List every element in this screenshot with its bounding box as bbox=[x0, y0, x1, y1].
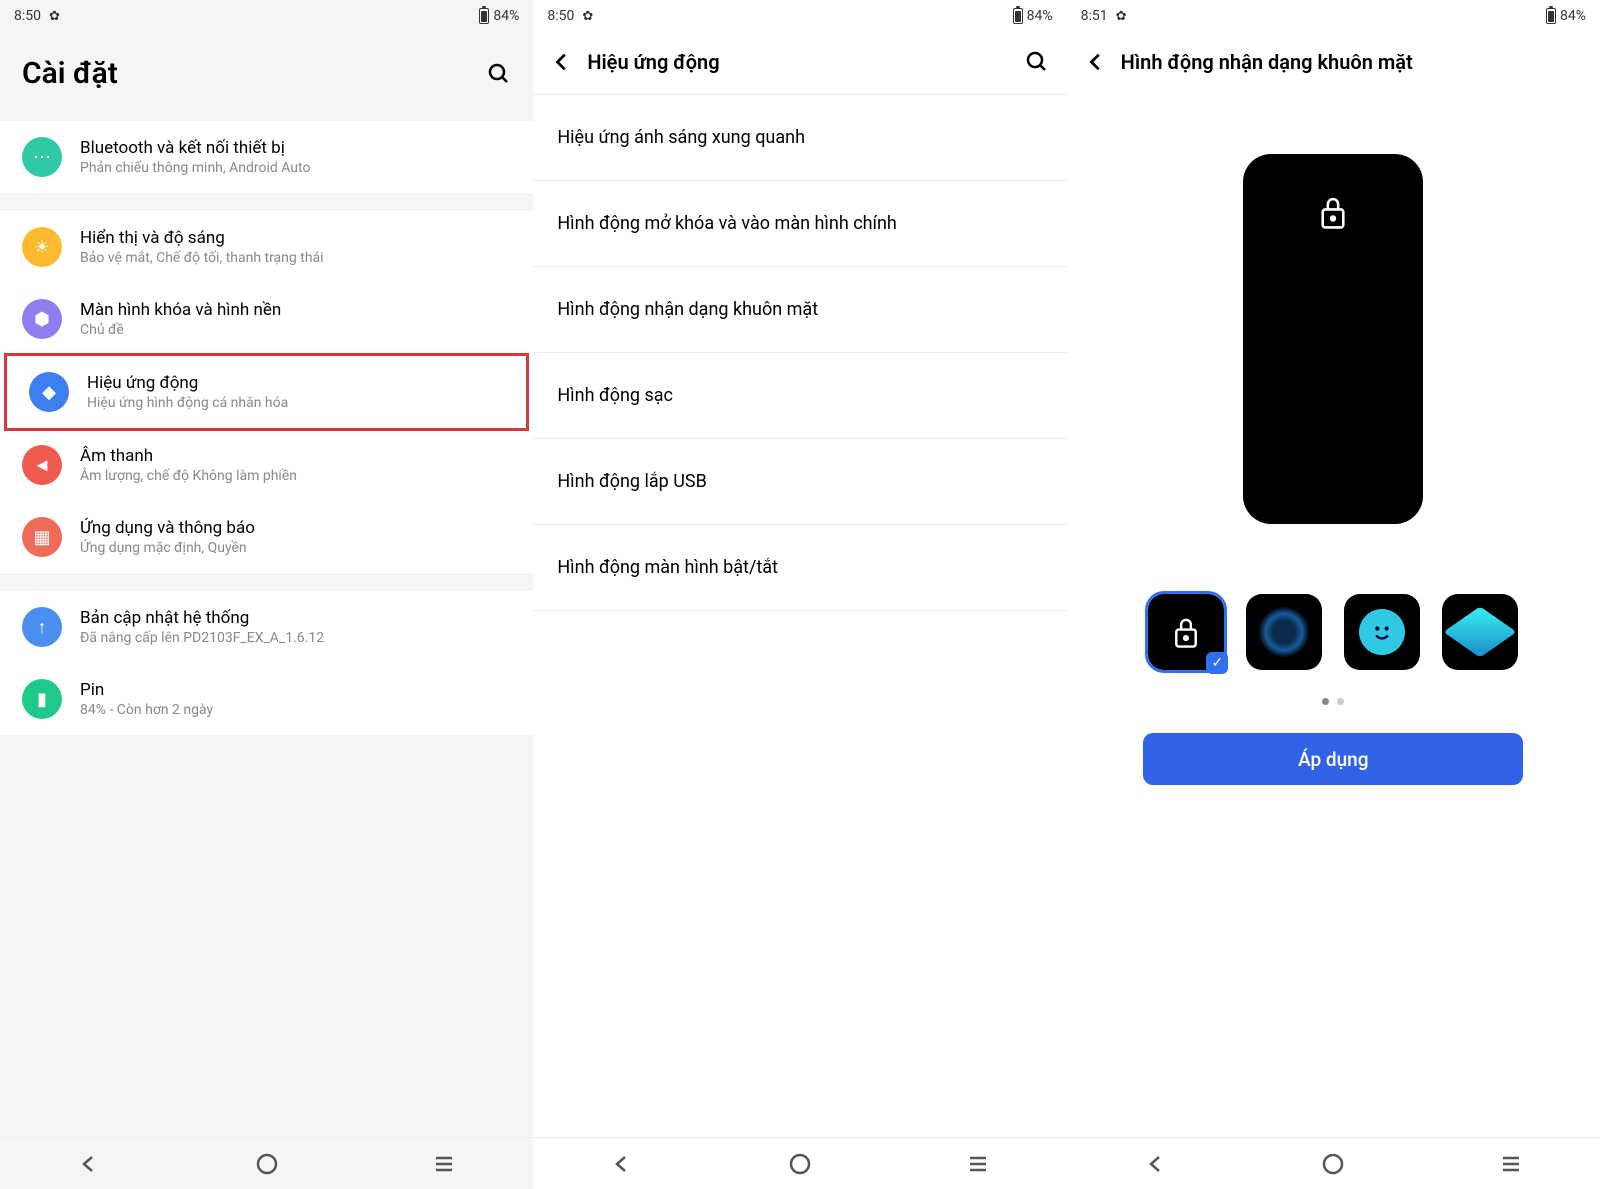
option-lock[interactable]: ✓ bbox=[1148, 594, 1224, 670]
nav-home-icon[interactable] bbox=[1321, 1152, 1345, 1176]
nav-back-icon[interactable] bbox=[77, 1152, 101, 1176]
gear-icon: ✿ bbox=[49, 9, 60, 24]
battery-pct: 84% bbox=[1560, 8, 1586, 24]
settings-item-animations[interactable]: ◆ Hiệu ứng động Hiệu ứng hình động cá nh… bbox=[4, 353, 529, 431]
battery-pct: 84% bbox=[493, 8, 519, 24]
brush-icon: ⬢ bbox=[22, 299, 62, 339]
sun-icon: ☀ bbox=[22, 227, 62, 267]
battery-icon: ▮ bbox=[22, 679, 62, 719]
item-sub: Đã nâng cấp lên PD2103F_EX_A_1.6.12 bbox=[80, 630, 511, 646]
sub-header: Hiệu ứng động bbox=[533, 32, 1066, 95]
nav-recent-icon[interactable] bbox=[966, 1152, 990, 1176]
volume-icon: ◄ bbox=[22, 445, 62, 485]
animations-screen: 8:50 ✿ 84% Hiệu ứng động Hiệu ứng ánh sá… bbox=[533, 0, 1066, 1189]
gear-icon: ✿ bbox=[1116, 9, 1127, 24]
anim-item-screen-toggle[interactable]: Hình động màn hình bật/tắt bbox=[533, 525, 1066, 611]
settings-item-bluetooth[interactable]: ⋯ Bluetooth và kết nối thiết bị Phản chi… bbox=[0, 121, 533, 193]
layers-icon: ◆ bbox=[29, 372, 69, 412]
status-bar: 8:50 ✿ 84% bbox=[0, 0, 533, 32]
option-row: ✓ bbox=[1148, 594, 1518, 670]
back-icon[interactable] bbox=[1085, 51, 1107, 73]
ellipsis-icon: ⋯ bbox=[22, 137, 62, 177]
sub-header: Hình động nhận dạng khuôn mặt bbox=[1067, 32, 1600, 94]
anim-item-charging[interactable]: Hình động sạc bbox=[533, 353, 1066, 439]
phone-preview bbox=[1243, 154, 1423, 524]
status-bar: 8:50 ✿ 84% bbox=[533, 0, 1066, 32]
battery-pct: 84% bbox=[1027, 8, 1053, 24]
settings-item-display[interactable]: ☀ Hiển thị và độ sáng Bảo vệ mắt, Chế độ… bbox=[0, 211, 533, 283]
nav-home-icon[interactable] bbox=[788, 1152, 812, 1176]
search-icon[interactable] bbox=[1025, 50, 1049, 74]
status-bar: 8:51 ✿ 84% bbox=[1067, 0, 1600, 32]
settings-screen: 8:50 ✿ 84% Cài đặt ⋯ Bluetooth và kết nố… bbox=[0, 0, 533, 1189]
lock-icon bbox=[1317, 194, 1349, 230]
item-title: Bluetooth và kết nối thiết bị bbox=[80, 138, 511, 158]
nav-home-icon[interactable] bbox=[255, 1152, 279, 1176]
settings-item-lockscreen[interactable]: ⬢ Màn hình khóa và hình nền Chủ đề bbox=[0, 283, 533, 355]
battery-icon bbox=[1546, 8, 1556, 24]
settings-item-battery[interactable]: ▮ Pin 84% - Còn hơn 2 ngày bbox=[0, 663, 533, 735]
pager-dots bbox=[1322, 698, 1344, 705]
cube-icon bbox=[1444, 606, 1517, 657]
search-icon[interactable] bbox=[487, 62, 511, 86]
apps-icon: ▦ bbox=[22, 517, 62, 557]
nav-bar bbox=[533, 1137, 1066, 1189]
item-title: Hiển thị và độ sáng bbox=[80, 228, 511, 248]
item-sub: Ứng dụng mặc định, Quyền bbox=[80, 540, 511, 556]
anim-item-face[interactable]: Hình động nhận dạng khuôn mặt bbox=[533, 267, 1066, 353]
nav-back-icon[interactable] bbox=[1144, 1152, 1168, 1176]
settings-item-update[interactable]: ↑ Bản cập nhật hệ thống Đã nâng cấp lên … bbox=[0, 591, 533, 663]
nav-bar bbox=[0, 1137, 533, 1189]
settings-header: Cài đặt bbox=[0, 32, 533, 121]
dot[interactable] bbox=[1322, 698, 1329, 705]
nav-back-icon[interactable] bbox=[610, 1152, 634, 1176]
item-sub: Phản chiếu thông minh, Android Auto bbox=[80, 160, 511, 176]
item-title: Hiệu ứng động bbox=[87, 373, 504, 393]
option-smiley[interactable] bbox=[1344, 594, 1420, 670]
option-cube[interactable] bbox=[1442, 594, 1518, 670]
dot[interactable] bbox=[1337, 698, 1344, 705]
option-ring[interactable] bbox=[1246, 594, 1322, 670]
battery-icon bbox=[1013, 8, 1023, 24]
status-time: 8:51 bbox=[1081, 8, 1108, 24]
face-animation-screen: 8:51 ✿ 84% Hình động nhận dạng khuôn mặt… bbox=[1067, 0, 1600, 1189]
item-title: Bản cập nhật hệ thống bbox=[80, 608, 511, 628]
item-sub: Bảo vệ mắt, Chế độ tối, thanh trạng thái bbox=[80, 250, 511, 266]
smiley-icon bbox=[1359, 609, 1405, 655]
item-sub: 84% - Còn hơn 2 ngày bbox=[80, 702, 511, 718]
item-title: Ứng dụng và thông báo bbox=[80, 518, 511, 538]
item-sub: Âm lượng, chế độ Không làm phiền bbox=[80, 468, 511, 484]
apply-button[interactable]: Áp dụng bbox=[1143, 733, 1523, 785]
item-title: Pin bbox=[80, 680, 511, 700]
anim-item-usb[interactable]: Hình động lắp USB bbox=[533, 439, 1066, 525]
nav-recent-icon[interactable] bbox=[1499, 1152, 1523, 1176]
back-icon[interactable] bbox=[551, 51, 573, 73]
ring-icon bbox=[1258, 606, 1310, 658]
lock-icon bbox=[1171, 615, 1201, 649]
settings-item-apps[interactable]: ▦ Ứng dụng và thông báo Ứng dụng mặc địn… bbox=[0, 501, 533, 573]
battery-icon bbox=[479, 8, 489, 24]
item-sub: Hiệu ứng hình động cá nhân hóa bbox=[87, 395, 504, 411]
update-icon: ↑ bbox=[22, 607, 62, 647]
anim-item-unlock[interactable]: Hình động mở khóa và vào màn hình chính bbox=[533, 181, 1066, 267]
status-time: 8:50 bbox=[14, 8, 41, 24]
page-title: Hiệu ứng động bbox=[587, 50, 1010, 74]
page-title: Hình động nhận dạng khuôn mặt bbox=[1121, 50, 1582, 74]
gear-icon: ✿ bbox=[582, 9, 593, 24]
page-title: Cài đặt bbox=[22, 56, 118, 91]
status-time: 8:50 bbox=[547, 8, 574, 24]
settings-item-sound[interactable]: ◄ Âm thanh Âm lượng, chế độ Không làm ph… bbox=[0, 429, 533, 501]
item-title: Màn hình khóa và hình nền bbox=[80, 300, 511, 320]
nav-recent-icon[interactable] bbox=[432, 1152, 456, 1176]
check-icon: ✓ bbox=[1206, 652, 1228, 674]
item-sub: Chủ đề bbox=[80, 322, 511, 338]
anim-item-ambient[interactable]: Hiệu ứng ánh sáng xung quanh bbox=[533, 95, 1066, 181]
item-title: Âm thanh bbox=[80, 446, 511, 466]
nav-bar bbox=[1067, 1137, 1600, 1189]
